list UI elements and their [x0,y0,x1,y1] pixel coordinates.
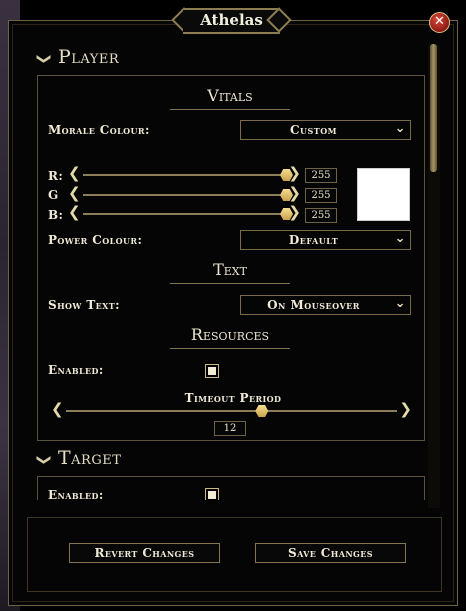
resources-enabled-checkbox[interactable] [205,364,219,378]
colour-swatch[interactable] [357,168,410,221]
power-colour-value: Default [288,233,339,247]
green-slider[interactable]: ❮ ❯ [67,184,301,202]
slider-right-arrow-icon[interactable]: ❯ [399,400,412,418]
slider-left-arrow-icon[interactable]: ❮ [68,184,81,202]
revert-changes-button[interactable]: Revert Changes [69,543,220,563]
slider-right-arrow-icon[interactable]: ❯ [288,203,301,221]
chevron-down-icon: ❯ [36,53,52,66]
text-title: Text [213,260,247,279]
resources-enabled-label: Enabled: [48,363,104,377]
text-underline [170,283,290,284]
checkbox-fill [208,367,216,375]
red-label: R: [48,169,64,183]
slider-track [83,174,286,176]
timeout-slider[interactable]: ❮ ❯ [50,400,412,418]
target-enabled-clip [205,488,219,500]
slider-knob[interactable] [255,405,269,417]
target-section-header[interactable]: ❯ Target [36,447,122,469]
timeout-value[interactable]: 12 [214,421,246,436]
resources-title: Resources [190,325,270,344]
checkbox-fill [208,491,216,499]
blue-slider[interactable]: ❮ ❯ [67,203,301,221]
chevron-down-icon: ⌄ [394,121,406,136]
slider-right-arrow-icon[interactable]: ❯ [288,184,301,202]
blue-label: B: [48,208,64,222]
close-icon[interactable]: ✕ [429,12,450,33]
morale-colour-dropdown[interactable]: Custom ⌄ [240,120,411,140]
slider-track [83,194,286,196]
vitals-title: Vitals [207,86,253,105]
slider-left-arrow-icon[interactable]: ❮ [68,164,81,182]
show-text-dropdown[interactable]: On Mouseover ⌄ [240,295,411,315]
green-label: G [48,188,59,202]
morale-colour-label: Morale Colour: [48,123,150,137]
save-changes-button[interactable]: Save Changes [255,543,406,563]
chevron-down-icon: ❯ [36,454,52,467]
slider-track [83,213,286,215]
resources-subheader: Resources [170,325,290,349]
scrollbar-thumb[interactable] [430,44,437,172]
window-title: Athelas [200,11,263,29]
show-text-label: Show Text: [48,298,120,312]
slider-right-arrow-icon[interactable]: ❯ [288,164,301,182]
red-value[interactable]: 255 [305,168,337,183]
green-value[interactable]: 255 [305,188,337,203]
slider-track [66,410,397,412]
slider-left-arrow-icon[interactable]: ❮ [68,203,81,221]
target-header-label: Target [58,447,122,469]
player-header-label: Player [58,46,120,68]
power-colour-label: Power Colour: [48,233,143,247]
vitals-underline [170,109,290,110]
slider-left-arrow-icon[interactable]: ❮ [51,400,64,418]
blue-value[interactable]: 255 [305,208,337,223]
chevron-down-icon: ⌄ [394,231,406,246]
resources-underline [170,348,290,349]
window-title-bar[interactable]: Athelas [171,7,292,34]
text-subheader: Text [170,260,290,284]
chevron-down-icon: ⌄ [394,296,406,311]
morale-colour-value: Custom [289,123,338,137]
show-text-value: On Mouseover [267,298,360,312]
timeout-period-label: Timeout Period [184,391,282,405]
power-colour-dropdown[interactable]: Default ⌄ [240,230,411,250]
red-slider[interactable]: ❮ ❯ [67,164,301,182]
target-enabled-label: Enabled: [48,488,104,500]
player-section-header[interactable]: ❯ Player [36,46,120,68]
vitals-subheader: Vitals [170,86,290,110]
target-enabled-checkbox[interactable] [205,488,219,500]
